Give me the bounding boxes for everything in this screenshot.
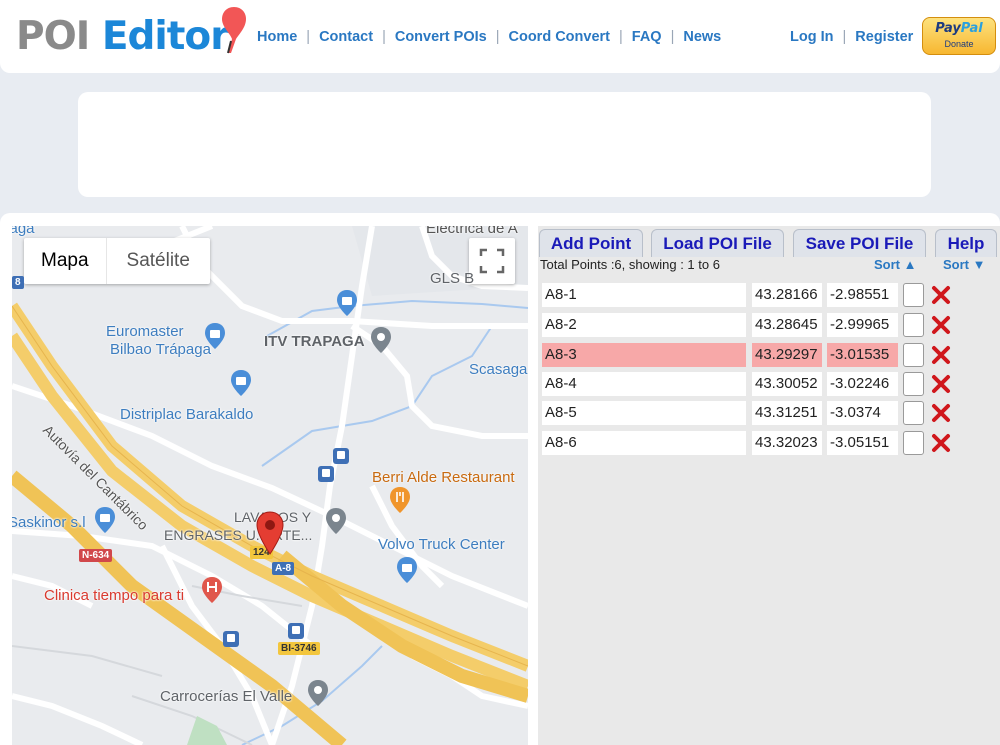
point-lat-field[interactable]: 43.31251: [752, 401, 822, 425]
auth-links: Log In | Register: [790, 29, 914, 45]
point-lat-field[interactable]: 43.29297: [752, 343, 822, 367]
map-type-satellite-button[interactable]: Satélite: [105, 238, 210, 284]
point-name-field[interactable]: A8-4: [542, 372, 746, 396]
point-name-field[interactable]: A8-1: [542, 283, 746, 307]
road-shield-n634: N-634: [79, 549, 113, 562]
delete-icon[interactable]: [931, 315, 951, 335]
point-select-checkbox[interactable]: [903, 343, 924, 367]
label-clinica: Clinica tiempo para ti: [44, 587, 185, 604]
nav-contact[interactable]: Contact: [319, 29, 373, 45]
point-select-checkbox[interactable]: [903, 283, 924, 307]
place-pin-icon[interactable]: [370, 326, 392, 354]
label-euromaster-1: Euromaster: [106, 323, 184, 340]
delete-icon[interactable]: [931, 374, 951, 394]
delete-icon[interactable]: [931, 285, 951, 305]
logo-poi: POI: [16, 14, 90, 59]
selected-marker-icon[interactable]: [256, 511, 284, 555]
delete-icon[interactable]: [931, 403, 951, 423]
road-shield-bi3746: BI-3746: [278, 642, 320, 655]
label-jaga: Jaga: [12, 226, 35, 237]
point-select-checkbox[interactable]: [903, 401, 924, 425]
label-itv: ITV TRAPAGA: [264, 333, 365, 350]
point-lat-field[interactable]: 43.28645: [752, 313, 822, 337]
poi-panel: Add Point Load POI File Save POI File He…: [538, 226, 1000, 745]
label-volvo: Volvo Truck Center: [378, 536, 505, 553]
point-lon-field[interactable]: -3.0374: [827, 401, 898, 425]
fullscreen-button[interactable]: [469, 238, 515, 284]
header: POI Editor Home | Contact | Convert POIs | …: [0, 0, 1000, 73]
main-nav: Home | Contact | Convert POIs | Coord Conve…: [257, 29, 722, 45]
logo-pin-icon: [222, 7, 246, 54]
shopping-pin-icon[interactable]: [336, 289, 358, 317]
label-scasaga: Scasaga: [469, 361, 528, 378]
hospital-pin-icon[interactable]: [201, 576, 223, 604]
label-saskinor: Saskinor s.l: [12, 514, 86, 531]
bus-stop-icon[interactable]: [223, 631, 239, 647]
shopping-pin-icon[interactable]: [396, 556, 418, 584]
nav-faq[interactable]: FAQ: [632, 29, 662, 45]
tab-load-poi-file[interactable]: Load POI File: [651, 229, 784, 257]
ad-banner: [78, 92, 931, 197]
map-type-mapa-button[interactable]: Mapa: [24, 238, 106, 284]
point-select-checkbox[interactable]: [903, 313, 924, 337]
point-name-field[interactable]: A8-6: [542, 431, 746, 455]
point-lat-field[interactable]: 43.30052: [752, 372, 822, 396]
place-pin-icon[interactable]: [325, 507, 347, 535]
label-berri: Berri Alde Restaurant: [372, 469, 515, 486]
nav-convert-pois[interactable]: Convert POIs: [395, 29, 487, 45]
point-lon-field[interactable]: -3.05151: [827, 431, 898, 455]
paypal-donate-button[interactable]: PayPal Donate: [922, 17, 996, 55]
label-distriplac: Distriplac Barakaldo: [120, 406, 254, 423]
bus-stop-icon[interactable]: [288, 623, 304, 639]
total-points-text: Total Points :6, showing : 1 to 6: [540, 257, 720, 272]
point-name-field[interactable]: A8-3: [542, 343, 746, 367]
label-electrica: Electrica de A: [426, 226, 518, 237]
restaurant-pin-icon[interactable]: [389, 486, 411, 514]
shopping-pin-icon[interactable]: [204, 322, 226, 350]
point-lon-field[interactable]: -2.98551: [827, 283, 898, 307]
point-lon-field[interactable]: -2.99965: [827, 313, 898, 337]
shopping-pin-icon[interactable]: [94, 506, 116, 534]
login-link[interactable]: Log In: [790, 29, 834, 45]
label-carrocerias: Carrocerías El Valle: [160, 688, 293, 705]
label-lavados-2: ENGRASES U..ARTE...: [164, 527, 313, 543]
point-name-field[interactable]: A8-2: [542, 313, 746, 337]
nav-coord-convert[interactable]: Coord Convert: [508, 29, 610, 45]
label-euromaster-2: Bilbao Trápaga: [110, 341, 211, 358]
map-view[interactable]: Mapa Satélite Electrica de A GLS B Jaga …: [12, 226, 528, 745]
nav-home[interactable]: Home: [257, 29, 297, 45]
point-lat-field[interactable]: 43.28166: [752, 283, 822, 307]
fullscreen-icon: [479, 248, 505, 274]
tab-save-poi-file[interactable]: Save POI File: [793, 229, 926, 257]
point-name-field[interactable]: A8-5: [542, 401, 746, 425]
sort-ascending-button[interactable]: Sort ▲: [874, 257, 916, 272]
point-select-checkbox[interactable]: [903, 431, 924, 455]
road-shield-a8: A-8: [272, 562, 295, 575]
tab-add-point[interactable]: Add Point: [539, 229, 643, 257]
point-lon-field[interactable]: -3.02246: [827, 372, 898, 396]
map-type-control: Mapa Satélite: [24, 238, 210, 284]
delete-icon[interactable]: [931, 345, 951, 365]
tab-help[interactable]: Help: [935, 229, 997, 257]
bus-stop-icon[interactable]: [318, 466, 334, 482]
paypal-logo: PayPal: [935, 21, 983, 36]
shopping-pin-icon[interactable]: [230, 369, 252, 397]
point-select-checkbox[interactable]: [903, 372, 924, 396]
nav-news[interactable]: News: [683, 29, 721, 45]
point-lat-field[interactable]: 43.32023: [752, 431, 822, 455]
donate-label: Donate: [944, 39, 974, 49]
label-gls: GLS B: [430, 270, 475, 287]
point-lon-field[interactable]: -3.01535: [827, 343, 898, 367]
delete-icon[interactable]: [931, 433, 951, 453]
place-pin-icon[interactable]: [307, 679, 329, 707]
sort-descending-button[interactable]: Sort ▼: [943, 257, 985, 272]
bus-stop-icon[interactable]: [333, 448, 349, 464]
logo[interactable]: POI Editor: [16, 13, 230, 61]
logo-editor: Editor: [101, 14, 230, 59]
register-link[interactable]: Register: [855, 29, 913, 45]
road-shield-8: 8: [12, 276, 24, 289]
